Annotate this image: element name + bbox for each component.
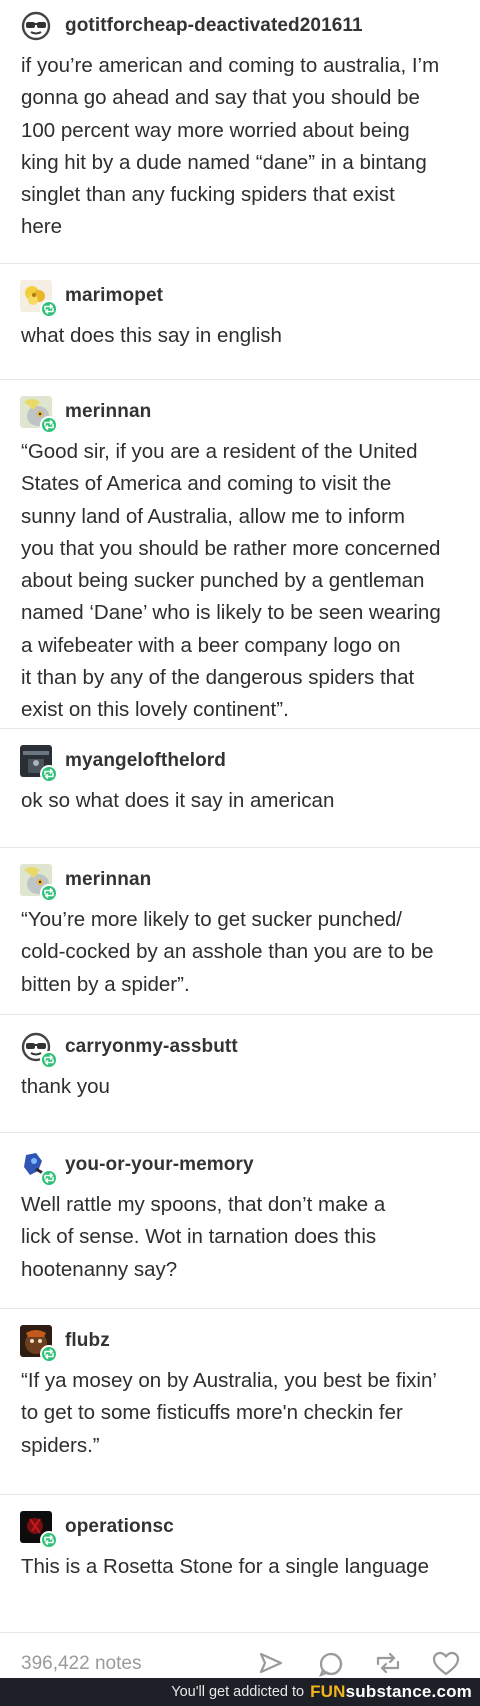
text-line: States of America and coming to visit th… — [21, 472, 392, 496]
post-body: ok so what does it say in american — [0, 781, 480, 817]
text-line: gonna go ahead and say that you should b… — [21, 86, 420, 110]
post-header: myangelofthelord — [0, 741, 480, 783]
text-line: “If ya mosey on by Australia, you best b… — [21, 1369, 437, 1392]
post-entry: operationsc This is a Rosetta Stone for a… — [0, 1495, 480, 1633]
reblog-badge-icon — [40, 1169, 58, 1187]
text-line: 100 percent way more worried about being — [21, 118, 410, 142]
post-body: thank you — [0, 1067, 480, 1103]
text-line: exist on this lovely continent”. — [21, 698, 289, 722]
post-header: flubz — [0, 1321, 480, 1363]
post-body: Well rattle my spoons, that don’t make a… — [0, 1185, 480, 1286]
username-link[interactable]: carryonmy-assbutt — [65, 1036, 238, 1058]
avatar[interactable] — [20, 396, 58, 434]
site-logo: FUNsubstance.com — [310, 1682, 472, 1701]
avatar[interactable] — [20, 1511, 58, 1549]
username-link[interactable]: you-or-your-memory — [65, 1154, 254, 1176]
sunglasses-face-icon — [20, 10, 52, 42]
username-link[interactable]: gotitforcheap-deactivated201611 — [65, 15, 363, 37]
text-line: lick of sense. Wot in tarnation does thi… — [21, 1225, 377, 1249]
text-line: king hit by a dude named “dane” in a bin… — [21, 150, 427, 174]
text-line: what does this say in english — [21, 324, 282, 347]
text-line: “You’re more likely to get sucker punche… — [21, 908, 402, 931]
text-line: thank you — [21, 1075, 110, 1098]
banner-tagline: You'll get addicted to — [171, 1684, 305, 1700]
post-header: marimopet — [0, 276, 480, 318]
post-entry: merinnan “Good sir, if you are a resident… — [0, 380, 480, 729]
username-link[interactable]: myangelofthelord — [65, 750, 226, 772]
post-entry: marimopet what does this say in english — [0, 264, 480, 380]
text-line: singlet than any fucking spiders that ex… — [21, 183, 395, 207]
reblog-badge-icon — [40, 884, 58, 902]
username-link[interactable]: merinnan — [65, 869, 151, 891]
post-header: gotitforcheap-deactivated201611 — [0, 6, 480, 46]
post-entry: flubz “If ya mosey on by Australia, you b… — [0, 1309, 480, 1495]
post-header: merinnan — [0, 860, 480, 902]
reblog-badge-icon — [40, 416, 58, 434]
text-line: here — [21, 215, 63, 239]
post-body: what does this say in english — [0, 316, 480, 352]
text-line: cold-cocked by an asshole than you are t… — [21, 940, 434, 964]
text-line: bitten by a spider”. — [21, 972, 190, 996]
watermark-banner: You'll get addicted to FUNsubstance.com — [0, 1678, 480, 1706]
text-line: it than by any of the dangerous spiders … — [21, 666, 415, 690]
reblog-badge-icon — [40, 765, 58, 783]
like-icon[interactable] — [432, 1651, 460, 1677]
avatar[interactable] — [20, 1031, 58, 1069]
reblog-badge-icon — [40, 300, 58, 318]
avatar[interactable] — [20, 745, 58, 783]
reblog-badge-icon — [40, 1051, 58, 1069]
post-body: This is a Rosetta Stone for a single lan… — [0, 1547, 480, 1583]
post-thread: gotitforcheap-deactivated201611 if you’re… — [0, 0, 480, 1633]
post-entry: gotitforcheap-deactivated201611 if you’re… — [0, 0, 480, 264]
avatar[interactable] — [20, 280, 58, 318]
text-line: a wifebeater with a beer company logo on — [21, 633, 401, 657]
text-line: Well rattle my spoons, that don’t make a — [21, 1193, 386, 1216]
username-link[interactable]: merinnan — [65, 401, 151, 423]
text-line: “Good sir, if you are a resident of the … — [21, 440, 418, 463]
text-line: named ‘Dane’ who is likely to be seen we… — [21, 601, 441, 625]
reply-icon[interactable] — [318, 1651, 344, 1677]
post-body: “If ya mosey on by Australia, you best b… — [0, 1361, 480, 1462]
avatar[interactable] — [20, 1149, 58, 1187]
post-body: “Good sir, if you are a resident of the … — [0, 432, 480, 727]
post-entry: myangelofthelord ok so what does it say i… — [0, 729, 480, 848]
post-body: “You’re more likely to get sucker punche… — [0, 900, 480, 1001]
text-line: This is a Rosetta Stone for a single lan… — [21, 1555, 429, 1578]
post-entry: carryonmy-assbutt thank you — [0, 1015, 480, 1133]
text-line: ok so what does it say in american — [21, 789, 335, 812]
username-link[interactable]: operationsc — [65, 1516, 174, 1538]
text-line: to get to some fisticuffs more'n checkin… — [21, 1401, 403, 1425]
post-header: you-or-your-memory — [0, 1145, 480, 1187]
share-icon[interactable] — [258, 1651, 284, 1675]
reblog-badge-icon — [40, 1531, 58, 1549]
notes-count[interactable]: 396,422 notes — [21, 1653, 141, 1675]
avatar[interactable] — [20, 1325, 58, 1363]
reblog-icon[interactable] — [374, 1651, 402, 1675]
username-link[interactable]: marimopet — [65, 285, 163, 307]
text-line: hootenanny say? — [21, 1257, 178, 1281]
reblog-badge-icon — [40, 1345, 58, 1363]
text-line: spiders.” — [21, 1433, 100, 1457]
post-body: if you’re american and coming to austral… — [0, 46, 480, 244]
post-entry: merinnan “You’re more likely to get sucke… — [0, 848, 480, 1015]
text-line: about being sucker punched by a gentlema… — [21, 569, 425, 593]
post-header: operationsc — [0, 1507, 480, 1549]
post-header: carryonmy-assbutt — [0, 1027, 480, 1069]
username-link[interactable]: flubz — [65, 1330, 110, 1352]
post-entry: you-or-your-memory Well rattle my spoons,… — [0, 1133, 480, 1309]
avatar[interactable] — [20, 864, 58, 902]
post-header: merinnan — [0, 392, 480, 434]
post-footer: 396,422 notes — [0, 1643, 480, 1683]
text-line: if you’re american and coming to austral… — [21, 54, 440, 77]
text-line: you that you should be rather more conce… — [21, 536, 441, 560]
avatar[interactable] — [20, 10, 52, 42]
text-line: sunny land of Australia, allow me to inf… — [21, 504, 405, 528]
